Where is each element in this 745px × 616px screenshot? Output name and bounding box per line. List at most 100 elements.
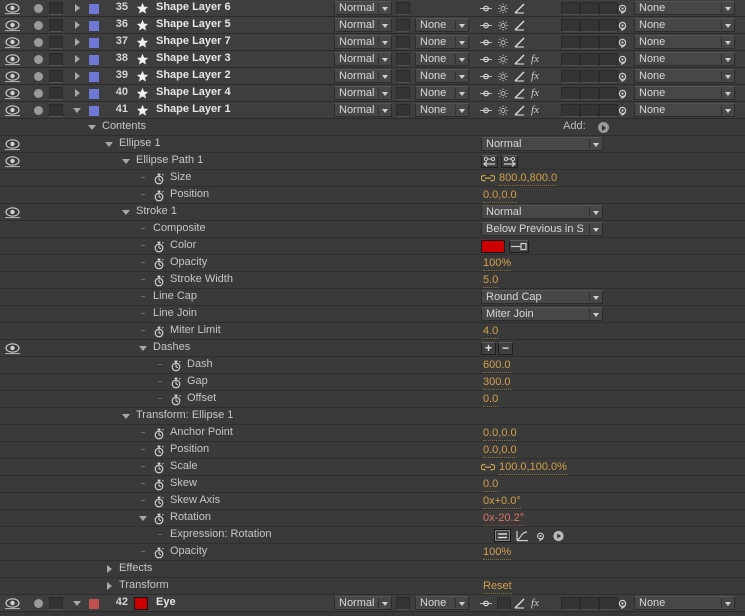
table-row[interactable]: 36 Shape Layer 5 Normal None None <box>0 17 745 34</box>
property-twirl-open[interactable] <box>105 142 113 147</box>
video-toggle-37[interactable] <box>0 34 26 50</box>
blend-mode-dropdown-41[interactable]: Normal <box>334 103 392 117</box>
property-name[interactable]: Dash <box>187 358 213 370</box>
property-name[interactable]: Composite <box>153 222 206 234</box>
link-chain-icon[interactable] <box>480 463 496 472</box>
layer-name-40[interactable]: Shape Layer 4 <box>156 86 231 98</box>
preserve-transparency-toggle-39[interactable] <box>396 70 410 83</box>
table-row[interactable]: 35 Shape Layer 6 Normal None <box>0 0 745 17</box>
preserve-transparency-toggle-37[interactable] <box>396 36 410 49</box>
video-toggle-36[interactable] <box>0 17 26 33</box>
property-name[interactable]: Miter Limit <box>170 324 221 336</box>
parent-dropdown-38[interactable]: None <box>634 52 735 66</box>
stopwatch-icon[interactable] <box>153 478 165 491</box>
property-name[interactable]: Line Cap <box>153 290 197 302</box>
property-visibility-toggle[interactable] <box>0 204 26 220</box>
video-toggle-40[interactable] <box>0 85 26 101</box>
video-toggle-39[interactable] <box>0 68 26 84</box>
property-row[interactable]: Gap 300.0 <box>0 374 745 391</box>
preserve-transparency-toggle-35[interactable] <box>396 2 410 15</box>
path-reverse-left-button[interactable] <box>481 155 498 168</box>
parent-pick-whip-icon[interactable] <box>479 36 493 49</box>
video-toggle-42[interactable] <box>0 595 26 611</box>
label-color-swatch-41[interactable] <box>89 106 99 116</box>
blend-mode-dropdown-35[interactable]: Normal <box>334 1 392 15</box>
audio-toggle-38[interactable] <box>34 55 43 64</box>
track-matte-dropdown-42[interactable]: None <box>415 596 469 610</box>
property-twirl-open[interactable] <box>88 125 96 130</box>
property-twirl-closed[interactable] <box>107 565 112 573</box>
expression-graph-icon[interactable] <box>516 530 529 545</box>
quality-box-42[interactable] <box>497 597 511 610</box>
video-toggle-41[interactable] <box>0 102 26 118</box>
table-row[interactable]: 41 Shape Layer 1 Normal None fx None <box>0 102 745 119</box>
parent-dropdown-37[interactable]: None <box>634 35 735 49</box>
stopwatch-icon[interactable] <box>153 512 165 525</box>
keyframe-box-b-35[interactable] <box>580 2 599 15</box>
layer-twirl-41[interactable] <box>73 108 81 113</box>
effects-fx-icon[interactable]: fx <box>528 104 542 117</box>
solo-toggle-38[interactable] <box>49 53 63 66</box>
track-matte-dropdown-37[interactable]: None <box>415 35 469 49</box>
property-value[interactable]: 0.0,0.0 <box>483 443 517 458</box>
audio-toggle-37[interactable] <box>34 38 43 47</box>
parent-pick-whip-icon[interactable] <box>479 87 493 100</box>
layer-twirl-39[interactable] <box>75 72 80 80</box>
solo-toggle-42[interactable] <box>49 597 63 610</box>
stopwatch-icon[interactable] <box>170 393 182 406</box>
table-row[interactable]: 38 Shape Layer 3 Normal None fx None <box>0 51 745 68</box>
keyframe-box-a-35[interactable] <box>561 2 580 15</box>
property-value[interactable]: 600.0 <box>483 358 511 373</box>
preserve-transparency-toggle-38[interactable] <box>396 53 410 66</box>
keyframe-box-a-36[interactable] <box>561 19 580 32</box>
solo-toggle-37[interactable] <box>49 36 63 49</box>
track-matte-dropdown-36[interactable]: None <box>415 18 469 32</box>
label-color-swatch-42[interactable] <box>89 599 99 609</box>
quality-sun-icon[interactable] <box>497 36 509 49</box>
property-row[interactable]: Stroke Width 5.0 <box>0 272 745 289</box>
parent-dropdown-35[interactable]: None <box>634 1 735 15</box>
audio-toggle-39[interactable] <box>34 72 43 81</box>
parent-dropdown-40[interactable]: None <box>634 86 735 100</box>
parent-pick-whip-icon[interactable] <box>479 2 493 15</box>
property-visibility-toggle[interactable] <box>0 153 26 169</box>
motion-blur-slash-icon[interactable] <box>513 2 526 15</box>
parent-dropdown-39[interactable]: None <box>634 69 735 83</box>
property-row[interactable]: Ellipse Path 1 <box>0 153 745 170</box>
blend-mode-dropdown-42[interactable]: Normal <box>334 596 392 610</box>
property-name[interactable]: Effects <box>119 562 152 574</box>
property-name[interactable]: Transform: Ellipse 1 <box>136 409 233 421</box>
property-name[interactable]: Position <box>170 188 209 200</box>
keyframe-box-a-41[interactable] <box>561 104 580 117</box>
blend-mode-dropdown-37[interactable]: Normal <box>334 35 392 49</box>
property-row[interactable]: Color <box>0 238 745 255</box>
stopwatch-icon[interactable] <box>153 444 165 457</box>
property-row[interactable]: Opacity 100% <box>0 255 745 272</box>
keyframe-box-a-39[interactable] <box>561 70 580 83</box>
parent-dropdown-41[interactable]: None <box>634 103 735 117</box>
stopwatch-icon[interactable] <box>153 495 165 508</box>
solo-toggle-35[interactable] <box>49 2 63 15</box>
audio-toggle-41[interactable] <box>34 106 43 115</box>
solo-toggle-40[interactable] <box>49 87 63 100</box>
table-row[interactable]: 40 Shape Layer 4 Normal None fx None <box>0 85 745 102</box>
video-toggle-38[interactable] <box>0 51 26 67</box>
quality-sun-icon[interactable] <box>497 2 509 15</box>
pick-whip-spiral-icon[interactable] <box>616 87 629 100</box>
stopwatch-icon[interactable] <box>153 325 165 338</box>
property-name[interactable]: Expression: Rotation <box>170 528 272 540</box>
property-name[interactable]: Opacity <box>170 256 207 268</box>
property-visibility-toggle[interactable] <box>0 340 26 356</box>
effects-fx-icon[interactable]: fx <box>528 597 542 610</box>
quality-sun-icon[interactable] <box>497 19 509 32</box>
label-color-swatch-35[interactable] <box>89 4 99 14</box>
layer-name-36[interactable]: Shape Layer 5 <box>156 18 231 30</box>
property-twirl-open[interactable] <box>139 346 147 351</box>
stopwatch-icon[interactable] <box>153 240 165 253</box>
property-name[interactable]: Gap <box>187 375 208 387</box>
keyframe-box-b-37[interactable] <box>580 36 599 49</box>
quality-sun-icon[interactable] <box>497 87 509 100</box>
layer-name-37[interactable]: Shape Layer 7 <box>156 35 231 47</box>
property-name[interactable]: Dashes <box>153 341 190 353</box>
property-twirl-open[interactable] <box>122 210 130 215</box>
